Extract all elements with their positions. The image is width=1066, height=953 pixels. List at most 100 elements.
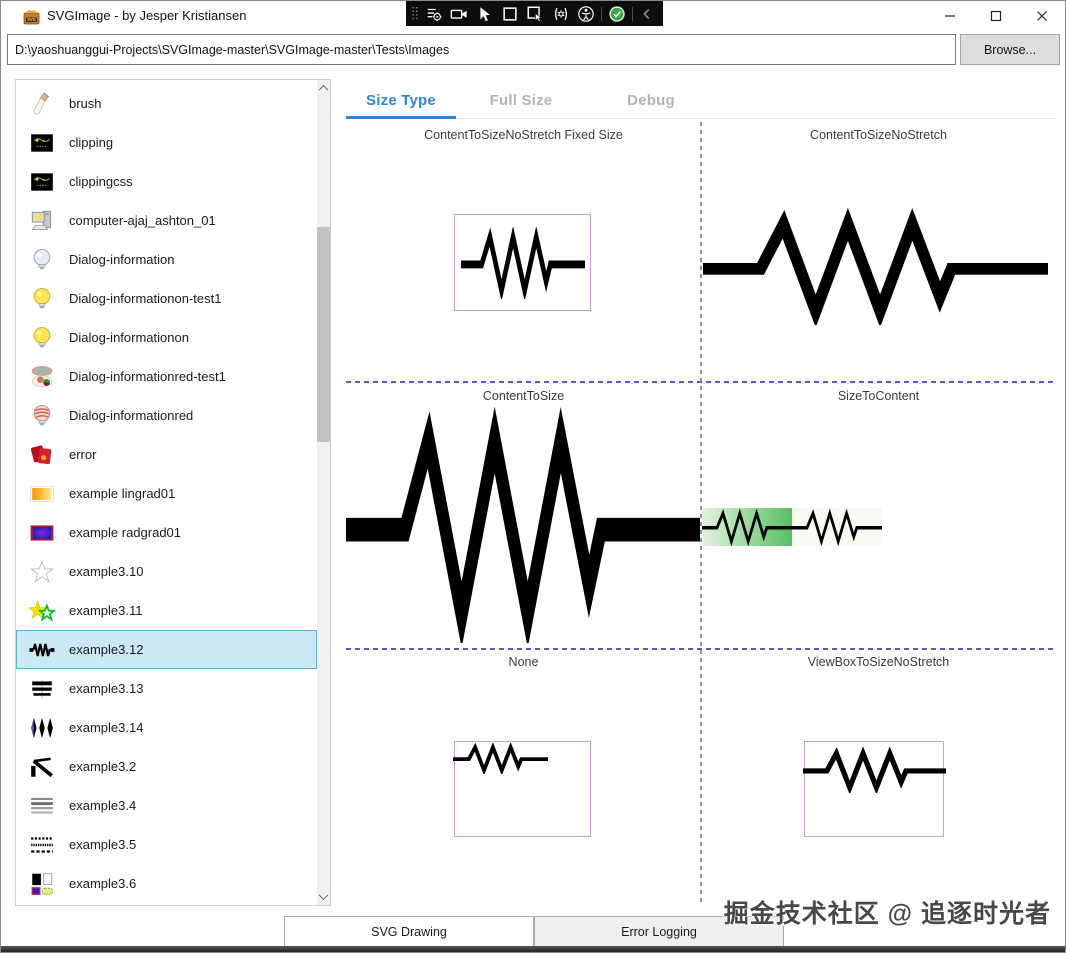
confirm-check-icon[interactable] bbox=[604, 3, 629, 25]
list-item-label: example3.11 bbox=[69, 603, 143, 618]
lines-angle-icon bbox=[29, 754, 55, 780]
sidebar-scrollbar[interactable] bbox=[317, 80, 330, 905]
star-outline-icon bbox=[29, 559, 55, 585]
spikes-icon bbox=[29, 715, 55, 741]
list-item-label: example3.14 bbox=[69, 720, 144, 735]
radial-gradient-icon bbox=[29, 520, 55, 546]
list-item-label: example3.4 bbox=[69, 798, 137, 813]
list-item-label: example radgrad01 bbox=[69, 525, 182, 540]
gear-brackets-icon[interactable] bbox=[548, 3, 573, 25]
list-item-brush[interactable]: brush bbox=[16, 84, 317, 123]
list-item-dialog-informationred-test1[interactable]: Dialog-informationred-test1 bbox=[16, 357, 317, 396]
list-item-label: clippingcss bbox=[69, 174, 133, 189]
list-item-example3.10[interactable]: example3.10 bbox=[16, 552, 317, 591]
list-item-example3.6[interactable]: example3.6 bbox=[16, 864, 317, 903]
list-item-example3.2[interactable]: example3.2 bbox=[16, 747, 317, 786]
list-item-example-lingrad01[interactable]: example lingrad01 bbox=[16, 474, 317, 513]
list-item-label: example3.10 bbox=[69, 564, 144, 579]
scrollbar-thumb[interactable] bbox=[317, 227, 330, 442]
two-stars-icon bbox=[29, 598, 55, 624]
lightbulb-yellow-icon bbox=[29, 286, 55, 312]
list-item-example-radgrad01[interactable]: example radgrad01 bbox=[16, 513, 317, 552]
red-green-ellipses-icon bbox=[29, 364, 55, 390]
list-item-example3.12[interactable]: example3.12 bbox=[16, 630, 317, 669]
video-camera-icon[interactable] bbox=[446, 3, 471, 25]
dashed-lines-icon bbox=[29, 832, 55, 858]
list-item-clipping[interactable]: clipping bbox=[16, 123, 317, 162]
pointer-icon[interactable] bbox=[472, 3, 497, 25]
cell-label-viewboxtosizenostretch: ViewBoxToSizeNoStretch bbox=[807, 655, 950, 669]
sizetocontent-image bbox=[700, 508, 884, 546]
folder-path-input[interactable] bbox=[7, 34, 956, 65]
sidebar-panel: brush clipping clippingcss computer-ajaj_as… bbox=[15, 79, 331, 906]
size-type-preview-grid: ContentToSizeNoStretch Fixed Size Conten… bbox=[346, 119, 1056, 906]
cell-label-contenttosizenostretch: ContentToSizeNoStretch bbox=[810, 128, 947, 142]
lightbulb-red-icon bbox=[29, 403, 55, 429]
list-item-example3.13[interactable]: example3.13 bbox=[16, 669, 317, 708]
scroll-down-button[interactable] bbox=[317, 888, 330, 905]
close-button[interactable] bbox=[1019, 1, 1065, 31]
grip-dots-icon[interactable] bbox=[409, 3, 421, 25]
window-title: SVGImage - by Jesper Kristiansen bbox=[47, 8, 247, 23]
brush-icon bbox=[29, 91, 55, 117]
chevron-left-icon[interactable] bbox=[634, 3, 659, 25]
list-item-label: example3.6 bbox=[69, 876, 137, 891]
cell-label-sizetocontent: SizeToContent bbox=[837, 389, 920, 403]
resistor-drawing-viewbox bbox=[803, 747, 946, 793]
list-item-computer-ajaj-ashton-01[interactable]: computer-ajaj_ashton_01 bbox=[16, 201, 317, 240]
title-bar: SVG SVGImage - by Jesper Kristiansen bbox=[1, 1, 1065, 31]
tab-size-type[interactable]: Size Type bbox=[346, 85, 456, 119]
list-item-dialog-informationon-test1[interactable]: Dialog-informationon-test1 bbox=[16, 279, 317, 318]
browse-button[interactable]: Browse... bbox=[960, 34, 1060, 65]
capture-overlay-toolbar bbox=[406, 1, 663, 26]
svg-gift-app-icon: SVG bbox=[23, 10, 40, 25]
list-item-label: Dialog-informationred-test1 bbox=[69, 369, 226, 384]
cell-label-contenttosize: ContentToSize bbox=[482, 389, 565, 403]
window-controls bbox=[927, 1, 1065, 31]
list-item-label: example3.5 bbox=[69, 837, 137, 852]
minimize-button[interactable] bbox=[927, 1, 973, 31]
list-item-error[interactable]: error bbox=[16, 435, 317, 474]
tab-full-size[interactable]: Full Size bbox=[456, 85, 586, 119]
list-item-example3.11[interactable]: example3.11 bbox=[16, 591, 317, 630]
capture-settings-icon[interactable] bbox=[421, 3, 446, 25]
list-item-dialog-informationred[interactable]: Dialog-informationred bbox=[16, 396, 317, 435]
list-item-dialog-information[interactable]: Dialog-information bbox=[16, 240, 317, 279]
grid-horizontal-divider-2 bbox=[346, 648, 1056, 650]
list-item-label: Dialog-information bbox=[69, 252, 175, 267]
accessibility-icon[interactable] bbox=[574, 3, 599, 25]
list-item-dialog-informationon[interactable]: Dialog-informationon bbox=[16, 318, 317, 357]
app-window: SVG SVGImage - by Jesper Kristiansen Bro… bbox=[0, 0, 1066, 953]
clipping-artwork-icon bbox=[29, 130, 55, 156]
black-bars-icon bbox=[29, 676, 55, 702]
none-image-box bbox=[453, 741, 591, 837]
list-item-label: brush bbox=[69, 96, 102, 111]
resistor-drawing-green bbox=[700, 511, 794, 544]
cell-label-none: None bbox=[508, 655, 539, 669]
list-item-clippingcss[interactable]: clippingcss bbox=[16, 162, 317, 201]
list-item-label: example3.2 bbox=[69, 759, 137, 774]
tab-debug[interactable]: Debug bbox=[586, 85, 716, 119]
region-select-icon[interactable] bbox=[497, 3, 522, 25]
cell-label-contenttosizenostretch-fixed: ContentToSizeNoStretch Fixed Size bbox=[424, 128, 623, 142]
pointer-region-icon[interactable] bbox=[523, 3, 548, 25]
list-item-example3.14[interactable]: example3.14 bbox=[16, 708, 317, 747]
list-item-label: example3.13 bbox=[69, 681, 144, 696]
gray-lines-icon bbox=[29, 793, 55, 819]
maximize-button[interactable] bbox=[973, 1, 1019, 31]
list-item-label: computer-ajaj_ashton_01 bbox=[69, 213, 216, 228]
tab-svg-drawing[interactable]: SVG Drawing bbox=[284, 916, 534, 948]
list-item-example3.5[interactable]: example3.5 bbox=[16, 825, 317, 864]
list-item-label: example lingrad01 bbox=[69, 486, 176, 501]
scroll-up-button[interactable] bbox=[317, 80, 330, 97]
plain-resistor-box bbox=[790, 508, 884, 546]
fixed-size-image-box bbox=[454, 214, 591, 311]
preview-tabbar: Size Type Full Size Debug bbox=[346, 85, 1056, 119]
list-item-label: Dialog-informationon-test1 bbox=[69, 291, 222, 306]
grid-horizontal-divider-1 bbox=[346, 381, 1056, 383]
lightbulb-yellow-icon bbox=[29, 325, 55, 351]
list-item-example3.4[interactable]: example3.4 bbox=[16, 786, 317, 825]
linear-gradient-icon bbox=[29, 481, 55, 507]
list-item-label: Dialog-informationred bbox=[69, 408, 194, 423]
resistor-drawing bbox=[461, 227, 585, 299]
